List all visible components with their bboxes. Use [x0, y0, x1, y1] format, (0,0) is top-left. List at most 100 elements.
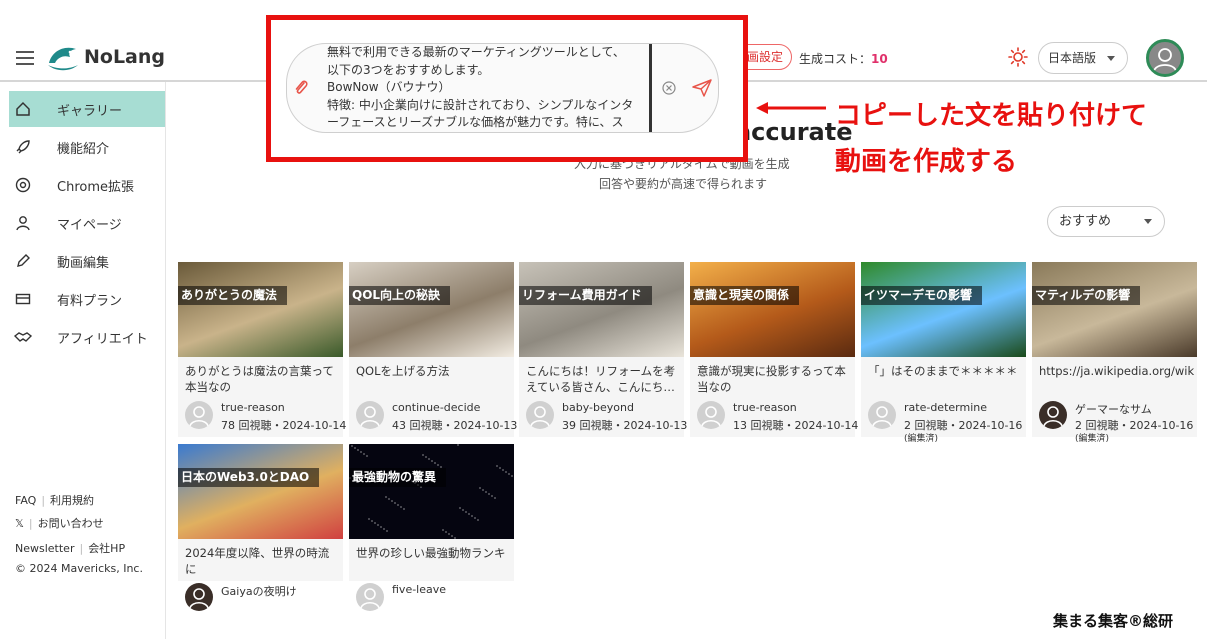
prompt-line: 以下の3つをおすすめします。 — [327, 62, 490, 77]
video-card[interactable]: 日本のWeb3.0とDAO 2024年度以降、世界の時流に Gaiyaの夜明け — [178, 444, 343, 611]
video-thumbnail[interactable]: マティルデの影響 — [1032, 262, 1197, 357]
sidebar-item-mypage[interactable]: マイページ — [9, 205, 165, 241]
video-title: 最強動物の驚異 — [349, 468, 447, 487]
contact-link[interactable]: お問い合わせ — [38, 517, 104, 530]
prompt-input-text[interactable]: 無料で利用できる最新のマーケティングツールとして、 以下の3つをおすすめします。… — [327, 44, 647, 132]
prompt-scrollbar[interactable] — [649, 44, 652, 132]
edited-badge: (編集済) — [904, 434, 939, 444]
creator-name[interactable]: true-reason — [221, 401, 285, 414]
sort-select-value: おすすめ — [1059, 214, 1112, 229]
hamburger-menu-icon[interactable] — [16, 51, 34, 65]
sidebar-item-label: マイページ — [57, 217, 122, 233]
video-thumbnail[interactable]: イツマーデモの影響 — [861, 262, 1026, 357]
x-link-icon[interactable]: 𝕏 — [15, 517, 24, 530]
annotation-text-line1: コピーした文を貼り付けて — [835, 101, 1148, 131]
sort-select[interactable]: おすすめ — [1047, 206, 1165, 237]
video-thumbnail[interactable]: QOL向上の秘訣 — [349, 262, 514, 357]
video-title: 日本のWeb3.0とDAO — [178, 468, 320, 487]
video-thumbnail[interactable]: 最強動物の驚異 — [349, 444, 514, 539]
video-description: QOLを上げる方法 — [356, 364, 450, 378]
sidebar-item-chrome-extension[interactable]: Chrome拡張 — [9, 167, 165, 203]
video-card[interactable]: 最強動物の驚異世界の珍しい最強動物ランキ five-leave — [349, 444, 514, 611]
paperclip-icon[interactable] — [293, 79, 309, 97]
chevron-down-icon — [1144, 219, 1152, 224]
language-select-value: 日本語版 — [1048, 51, 1097, 65]
user-avatar-icon — [1153, 48, 1177, 72]
prompt-line: ーフェースとリーズナブルな価格が魅力です。特に、ス — [327, 115, 624, 129]
video-title: ありがとうの魔法 — [178, 286, 288, 305]
user-avatar[interactable] — [1146, 39, 1184, 77]
sidebar-item-gallery[interactable]: ギャラリー — [9, 91, 165, 127]
sidebar-item-label: 有料プラン — [57, 293, 123, 309]
rocket-icon — [14, 138, 32, 156]
prompt-line: 特徴: 中小企業向けに設計されており、シンプルなインタ — [327, 97, 634, 112]
sidebar-item-video-edit[interactable]: 動画編集 — [9, 243, 165, 279]
user-icon — [360, 588, 380, 609]
language-select[interactable]: 日本語版 — [1038, 42, 1128, 74]
generation-cost-value: 10 — [871, 52, 888, 66]
prompt-line: BowNow（バウナウ） — [327, 80, 451, 94]
video-meta: 78 回視聴・2024-10-14 — [221, 419, 347, 432]
creator-avatar[interactable] — [185, 583, 213, 611]
pencil-icon — [14, 252, 32, 270]
sidebar-item-label: Chrome拡張 — [57, 179, 134, 195]
sidebar-item-label: ギャラリー — [57, 103, 123, 119]
theme-toggle-sun-icon[interactable] — [1008, 47, 1028, 67]
creator-avatar[interactable] — [868, 401, 896, 429]
dolphin-logo-icon[interactable] — [46, 43, 80, 73]
video-title: リフォーム費用ガイド — [519, 286, 652, 305]
user-icon — [189, 406, 209, 427]
video-thumbnail[interactable]: 意識と現実の関係 — [690, 262, 855, 357]
creator-name[interactable]: five-leave — [392, 583, 446, 596]
video-card[interactable]: マティルデの影響 https://ja.wikipedia.org/wiki/% ゲ… — [1032, 262, 1197, 444]
video-card[interactable]: ありがとうの魔法 ありがとうは魔法の言葉って本当なの true-reason 78 回… — [178, 262, 347, 437]
company-link[interactable]: 会社HP — [88, 542, 125, 555]
video-thumbnail[interactable]: ありがとうの魔法 — [178, 262, 343, 357]
edited-badge: (編集済) — [1075, 434, 1110, 444]
creator-avatar[interactable] — [356, 583, 384, 611]
creator-name[interactable]: ゲーマーなサム — [1075, 401, 1152, 417]
video-thumbnail[interactable]: リフォーム費用ガイド — [519, 262, 684, 357]
video-description: こんにちは！リフォームを考えている皆さん、こんにち… — [526, 364, 676, 394]
user-icon — [360, 406, 380, 427]
hero-subtitle-2: 回答や要約が高速で得られます — [599, 177, 768, 191]
generation-cost: 生成コスト：10 — [799, 50, 888, 67]
faq-link[interactable]: FAQ — [15, 494, 36, 507]
send-icon[interactable] — [692, 79, 712, 97]
chrome-icon — [14, 176, 32, 194]
video-card[interactable]: イツマーデモの影響 「」はそのままで＊＊＊＊＊ rate-determine 2 回視… — [861, 262, 1026, 444]
user-icon — [872, 406, 892, 427]
user-icon — [530, 406, 550, 427]
video-description: 世界の珍しい最強動物ランキ — [356, 546, 506, 560]
video-card[interactable]: QOL向上の秘訣 QOLを上げる方法 continue-decide 43 回視聴・2… — [349, 262, 517, 437]
creator-avatar[interactable] — [526, 401, 554, 429]
annotation-arrow — [756, 102, 826, 114]
creator-avatar[interactable] — [697, 401, 725, 429]
creator-avatar[interactable] — [1039, 401, 1067, 429]
video-thumbnail[interactable]: 日本のWeb3.0とDAO — [178, 444, 343, 539]
user-icon — [189, 588, 209, 609]
creator-avatar[interactable] — [356, 401, 384, 429]
creator-name[interactable]: rate-determine — [904, 401, 987, 414]
user-icon — [14, 214, 32, 232]
prompt-line: 無料で利用できる最新のマーケティングツールとして、 — [327, 45, 625, 59]
creator-name[interactable]: continue-decide — [392, 401, 480, 414]
terms-link[interactable]: 利用規約 — [50, 494, 94, 507]
sidebar-item-label: アフィリエイト — [57, 331, 148, 347]
creator-avatar[interactable] — [185, 401, 213, 429]
sidebar-item-features[interactable]: 機能紹介 — [9, 129, 165, 165]
sidebar-item-paid-plan[interactable]: 有料プラン — [9, 281, 165, 317]
logo-text[interactable]: NoLang — [84, 46, 165, 68]
video-title: イツマーデモの影響 — [861, 286, 983, 305]
sidebar: ギャラリー 機能紹介 Chrome拡張 マイページ 動画編集 有料プラン アフィ… — [0, 82, 166, 639]
video-title: 意識と現実の関係 — [690, 286, 800, 305]
video-card[interactable]: 意識と現実の関係 意識が現実に投影するって本当なの true-reason 13 回視… — [690, 262, 858, 437]
newsletter-link[interactable]: Newsletter — [15, 542, 74, 555]
clear-icon[interactable] — [662, 81, 676, 95]
video-description: https://ja.wikipedia.org/wiki/% — [1039, 364, 1194, 378]
creator-name[interactable]: baby-beyond — [562, 401, 634, 414]
creator-name[interactable]: true-reason — [733, 401, 797, 414]
creator-name[interactable]: Gaiyaの夜明け — [221, 583, 297, 599]
sidebar-item-affiliate[interactable]: アフィリエイト — [9, 319, 165, 355]
video-card[interactable]: リフォーム費用ガイドこんにちは！リフォームを考えている皆さん、こんにち… baby… — [519, 262, 687, 437]
